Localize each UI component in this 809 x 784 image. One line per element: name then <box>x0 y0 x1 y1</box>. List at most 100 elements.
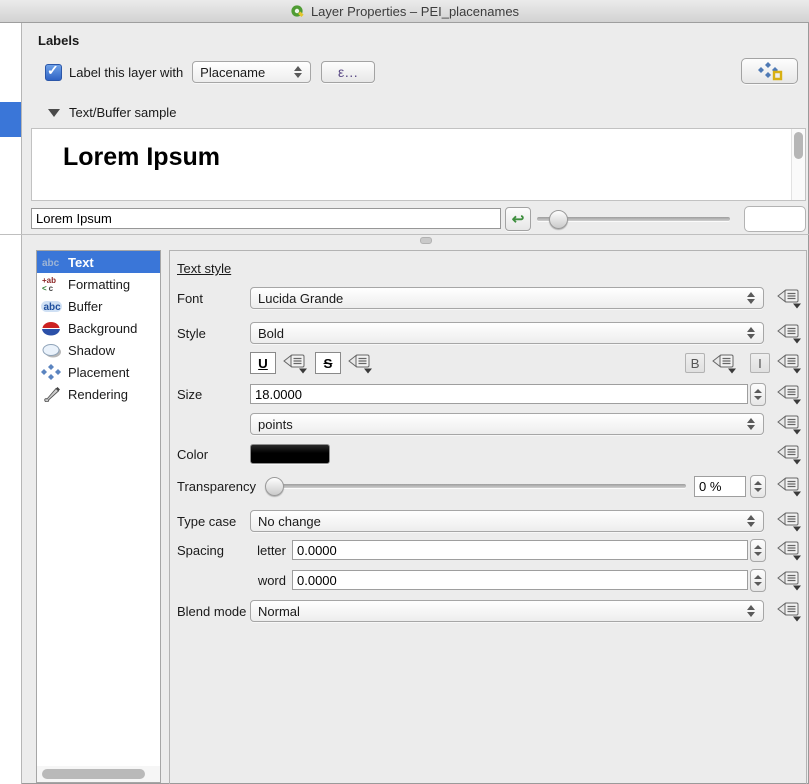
font-dropdown[interactable]: Lucida Grande <box>250 287 764 309</box>
qgis-logo-icon <box>290 4 305 19</box>
svg-text:abc: abc <box>42 258 60 269</box>
sample-section-header[interactable]: Text/Buffer sample <box>48 105 176 120</box>
spinner-stepper-icon[interactable] <box>750 539 766 562</box>
text-sample-preview: Lorem Ipsum <box>31 128 806 201</box>
label-layer-label: Label this layer with <box>69 65 183 80</box>
data-defined-override-button[interactable] <box>776 287 803 309</box>
background-icon <box>41 320 62 336</box>
splitter-handle[interactable] <box>420 237 432 244</box>
sample-section-title: Text/Buffer sample <box>69 105 176 120</box>
active-tab-indicator[interactable] <box>0 102 21 137</box>
sidebar-item-rendering[interactable]: Rendering <box>37 383 160 405</box>
size-label: Size <box>177 387 250 402</box>
transparency-slider[interactable] <box>265 475 686 497</box>
spinner-stepper-icon[interactable] <box>750 569 766 592</box>
data-defined-override-button[interactable] <box>776 539 803 561</box>
strikeout-button[interactable]: S <box>315 352 341 374</box>
sample-vertical-scrollbar[interactable] <box>791 129 805 200</box>
formatting-icon: +ab <c <box>41 276 62 292</box>
buffer-icon: abc <box>41 298 62 314</box>
svg-text:<c: <c <box>42 284 54 292</box>
dropdown-stepper-icon <box>747 605 756 617</box>
word-spacing-input[interactable] <box>292 570 748 590</box>
sidebar-item-buffer[interactable]: abc Buffer <box>37 295 160 317</box>
spinner-stepper-icon[interactable] <box>750 475 766 498</box>
spinner-stepper-icon[interactable] <box>750 383 766 406</box>
dropdown-stepper-icon <box>294 66 303 78</box>
shadow-icon <box>41 342 62 358</box>
style-label: Style <box>177 326 250 341</box>
checkmark-icon: ✓ <box>47 62 59 79</box>
sidebar-horizontal-scrollbar[interactable] <box>37 766 160 782</box>
font-label: Font <box>177 291 250 306</box>
sample-scale-spinbox[interactable] <box>744 206 806 232</box>
data-defined-override-button[interactable] <box>776 443 803 465</box>
blend-mode-label: Blend mode <box>177 604 250 619</box>
data-defined-override-button[interactable] <box>776 600 803 622</box>
letter-spacing-label: letter <box>250 543 286 558</box>
italic-button[interactable]: I <box>750 353 770 373</box>
placement-icon <box>41 364 62 380</box>
data-defined-override-button[interactable] <box>347 352 374 374</box>
data-defined-override-button[interactable] <box>776 510 803 532</box>
spacing-label: Spacing <box>177 543 250 558</box>
slider-knob[interactable] <box>549 210 568 229</box>
svg-text:abc: abc <box>44 302 62 313</box>
sample-text-input[interactable] <box>31 208 501 229</box>
layer-properties-dialog: Layer Properties – PEI_placenames Labels… <box>0 0 809 784</box>
color-swatch-button[interactable] <box>250 444 330 464</box>
left-tab-strip[interactable] <box>0 23 22 784</box>
blend-mode-dropdown[interactable]: Normal <box>250 600 764 622</box>
slider-knob[interactable] <box>265 477 284 496</box>
dropdown-stepper-icon <box>747 292 756 304</box>
title-bar: Layer Properties – PEI_placenames <box>0 0 809 23</box>
text-style-panel: Text style Font Lucida Grande Style Bold <box>169 250 807 784</box>
text-abc-icon: abc <box>41 254 62 270</box>
size-unit-dropdown[interactable]: points <box>250 413 764 435</box>
type-case-label: Type case <box>177 514 250 529</box>
sidebar-item-formatting[interactable]: +ab <c Formatting <box>37 273 160 295</box>
sample-preview-text: Lorem Ipsum <box>63 143 805 172</box>
data-defined-override-button[interactable] <box>776 413 803 435</box>
dropdown-stepper-icon <box>747 418 756 430</box>
sample-size-slider[interactable] <box>537 208 730 230</box>
reset-sample-button[interactable]: ↩ <box>505 207 531 231</box>
dropdown-stepper-icon <box>747 327 756 339</box>
type-case-dropdown[interactable]: No change <box>250 510 764 532</box>
sidebar-item-placement[interactable]: Placement <box>37 361 160 383</box>
label-settings-sidebar: abc Text +ab <c Formatting abc Buffer <box>36 250 161 783</box>
word-spacing-label: word <box>250 573 286 588</box>
data-defined-override-button[interactable] <box>776 383 803 405</box>
sidebar-item-text[interactable]: abc Text <box>37 251 160 273</box>
section-divider <box>0 234 809 235</box>
data-defined-override-button[interactable] <box>776 322 803 344</box>
label-layer-checkbox[interactable]: ✓ <box>45 64 62 81</box>
transparency-label: Transparency <box>177 479 265 494</box>
labels-section-heading: Labels <box>38 33 79 48</box>
data-defined-override-button[interactable] <box>776 475 803 497</box>
data-defined-override-button[interactable] <box>776 352 803 374</box>
placement-settings-icon <box>757 61 783 81</box>
size-input[interactable] <box>250 384 748 404</box>
style-dropdown[interactable]: Bold <box>250 322 764 344</box>
color-label: Color <box>177 447 250 462</box>
scrollbar-thumb[interactable] <box>42 769 145 779</box>
data-defined-override-button[interactable] <box>711 352 738 374</box>
letter-spacing-input[interactable] <box>292 540 748 560</box>
undo-arrow-icon: ↩ <box>512 212 525 227</box>
sidebar-item-background[interactable]: Background <box>37 317 160 339</box>
label-field-dropdown[interactable]: Placename <box>192 61 311 83</box>
underline-button[interactable]: U <box>250 352 276 374</box>
collapse-triangle-icon[interactable] <box>48 109 60 117</box>
data-defined-override-button[interactable] <box>776 569 803 591</box>
data-defined-override-button[interactable] <box>282 352 309 374</box>
rendering-brush-icon <box>41 386 62 402</box>
automated-placement-button[interactable] <box>741 58 798 84</box>
expression-builder-button[interactable]: ε… <box>321 61 375 83</box>
scrollbar-thumb[interactable] <box>794 132 803 159</box>
transparency-input[interactable] <box>694 476 746 497</box>
dropdown-stepper-icon <box>747 515 756 527</box>
sidebar-item-shadow[interactable]: Shadow <box>37 339 160 361</box>
panel-title: Text style <box>177 261 231 276</box>
bold-button[interactable]: B <box>685 353 705 373</box>
